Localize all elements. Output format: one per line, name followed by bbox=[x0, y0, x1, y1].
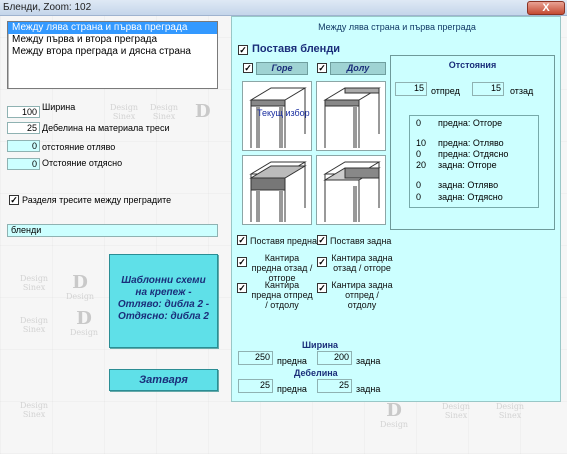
list-item: 0 предна: Отдясно bbox=[416, 149, 509, 159]
back-thickness-input[interactable]: 25 bbox=[317, 379, 352, 393]
offset-right-label: Отстояние отдясно bbox=[42, 158, 123, 168]
edge-front-front-checkbox[interactable]: ✓ bbox=[237, 283, 247, 293]
watermark: D Design bbox=[66, 272, 95, 302]
width-title: Ширина bbox=[302, 340, 339, 350]
top-label: Горе bbox=[256, 62, 308, 75]
width-label: Ширина bbox=[42, 102, 76, 112]
distances-group: Отстояния 15 отпред 15 отзад 0 предна: От… bbox=[390, 55, 555, 230]
place-blende-label: Поставя бленди bbox=[252, 43, 341, 55]
place-back-label: Поставя задна bbox=[330, 236, 392, 246]
list-item: 0 задна: Отляво bbox=[416, 180, 499, 190]
list-item[interactable]: Между лява страна и първа преграда bbox=[8, 22, 217, 34]
watermark: Design Sinex bbox=[442, 402, 471, 420]
front-distance-input[interactable]: 15 bbox=[395, 82, 427, 96]
thickness-label: Дебелина на материала треси bbox=[42, 123, 170, 133]
blende-panel: Между лява страна и първа преграда ✓ Пос… bbox=[231, 16, 561, 402]
list-item: 20 задна: Отгоре bbox=[416, 160, 497, 170]
cabinet-bottom-front-icon bbox=[249, 161, 307, 222]
split-checkbox[interactable]: ✓ bbox=[9, 195, 19, 205]
edge-front-back-label: Кантира предна отзад / отгоре bbox=[251, 253, 313, 283]
title-bar: Бленди, Zoom: 102 X bbox=[0, 0, 567, 16]
back-distance-label: отзад bbox=[510, 86, 534, 96]
edge-front-back-checkbox[interactable]: ✓ bbox=[237, 257, 247, 267]
picture-top-front[interactable]: Текущ избор bbox=[242, 81, 312, 151]
place-front-label: Поставя предна bbox=[250, 236, 317, 246]
watermark: Design Sinex bbox=[20, 274, 49, 292]
split-label: Разделя тресите между преградите bbox=[22, 195, 172, 205]
front-width-input[interactable]: 250 bbox=[238, 351, 273, 365]
distances-title: Отстояния bbox=[448, 60, 497, 70]
back-distance-input[interactable]: 15 bbox=[472, 82, 504, 96]
watermark: Design Sinex bbox=[150, 103, 179, 121]
list-item: 0 задна: Отдясно bbox=[416, 192, 503, 202]
edge-back-front-checkbox[interactable]: ✓ bbox=[317, 283, 327, 293]
cabinet-bottom-back-icon bbox=[323, 161, 381, 222]
picture-bottom-front[interactable] bbox=[242, 155, 312, 225]
thickness-title: Дебелина bbox=[294, 368, 338, 378]
watermark: D bbox=[195, 101, 211, 122]
width-input[interactable]: 100 bbox=[7, 106, 40, 118]
watermark: D Design bbox=[70, 308, 99, 338]
front-width-label: предна bbox=[277, 356, 307, 366]
offset-left-input[interactable]: 0 bbox=[7, 140, 40, 152]
current-choice-label: Текущ избор bbox=[257, 108, 310, 118]
front-thickness-input[interactable]: 25 bbox=[238, 379, 273, 393]
top-checkbox[interactable]: ✓ bbox=[243, 63, 253, 73]
close-window-button[interactable]: X bbox=[527, 1, 565, 15]
distances-list[interactable]: 0 предна: Отгоре 10 предна: Отляво 0 предна… bbox=[409, 115, 539, 208]
list-item: 0 предна: Отгоре bbox=[416, 118, 503, 128]
place-blende-checkbox[interactable]: ✓ bbox=[238, 45, 248, 55]
sections-listbox[interactable]: Между лява страна и първа преграда Между… bbox=[7, 21, 218, 89]
edge-back-back-checkbox[interactable]: ✓ bbox=[317, 257, 327, 267]
picture-bottom-back[interactable] bbox=[316, 155, 386, 225]
place-front-checkbox[interactable]: ✓ bbox=[237, 235, 247, 245]
close-button[interactable]: Затваря bbox=[109, 369, 218, 391]
front-distance-label: отпред bbox=[431, 86, 460, 96]
watermark: Design Sinex bbox=[496, 402, 525, 420]
offset-right-input[interactable]: 0 bbox=[7, 158, 40, 170]
cabinet-top-back-icon bbox=[323, 87, 381, 148]
panel-title: Между лява страна и първа преграда bbox=[318, 22, 476, 32]
watermark: Design Sinex bbox=[110, 103, 139, 121]
edge-front-front-label: Кантира предна отпред / отдолу bbox=[251, 280, 313, 310]
back-thickness-label: задна bbox=[356, 384, 381, 394]
back-width-label: задна bbox=[356, 356, 381, 366]
offset-left-label: отстояние отляво bbox=[42, 142, 116, 152]
list-item: 10 предна: Отляво bbox=[416, 138, 504, 148]
edge-back-back-label: Кантира задна отзад / отгоре bbox=[331, 253, 393, 273]
thickness-input[interactable]: 25 bbox=[7, 122, 40, 134]
list-item[interactable]: Между първа и втора преграда bbox=[8, 34, 217, 46]
bottom-checkbox[interactable]: ✓ bbox=[317, 63, 327, 73]
window-title: Бленди, Zoom: 102 bbox=[3, 2, 92, 13]
dialog-client: Design Sinex D Design Design Sinex D Design … bbox=[0, 16, 567, 454]
watermark: D Design bbox=[380, 400, 409, 430]
watermark: Design Sinex bbox=[20, 316, 49, 334]
watermark: Design Sinex bbox=[20, 401, 49, 419]
name-input[interactable]: бленди bbox=[7, 224, 218, 237]
front-thickness-label: предна bbox=[277, 384, 307, 394]
picture-top-back[interactable] bbox=[316, 81, 386, 151]
place-back-checkbox[interactable]: ✓ bbox=[317, 235, 327, 245]
edge-back-front-label: Кантира задна отпред / отдолу bbox=[331, 280, 393, 310]
template-schemes-button[interactable]: Шаблонни схеми на крепеж - Отляво: дибла… bbox=[109, 254, 218, 348]
back-width-input[interactable]: 200 bbox=[317, 351, 352, 365]
bottom-label: Долу bbox=[330, 62, 386, 75]
list-item[interactable]: Между втора преграда и дясна страна bbox=[8, 46, 217, 58]
